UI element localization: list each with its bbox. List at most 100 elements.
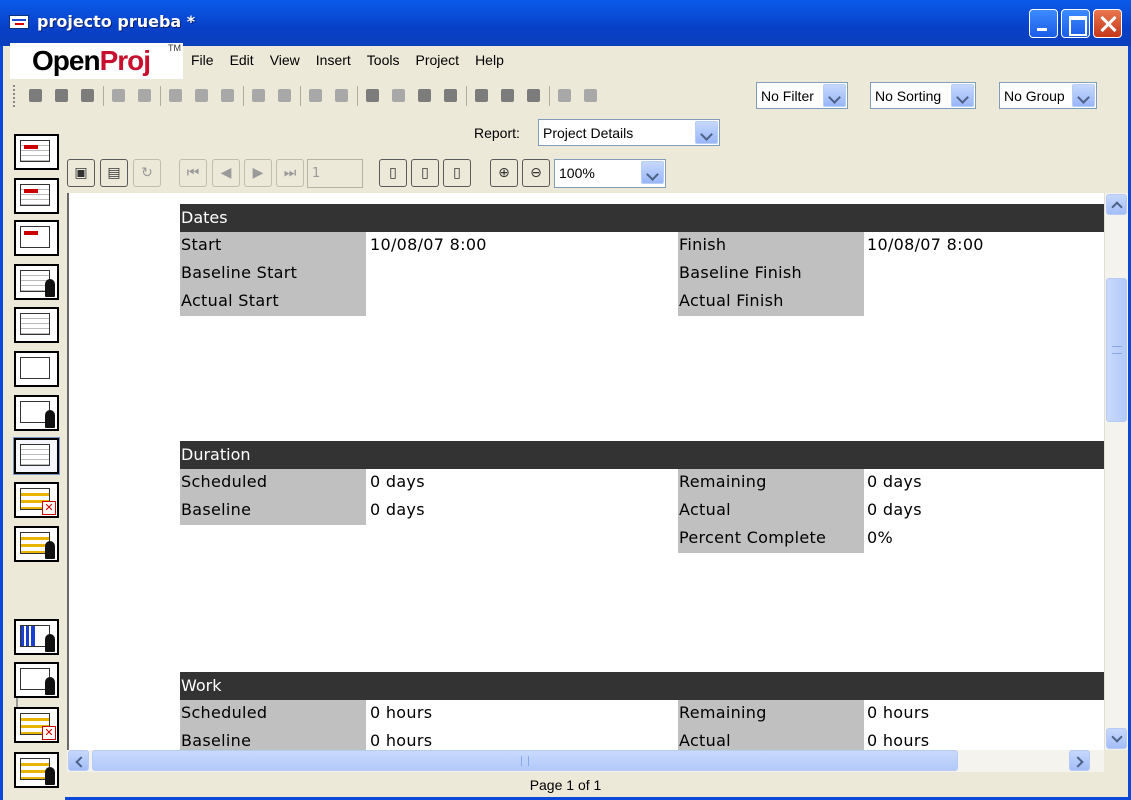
report-row: Percent Complete 0% xyxy=(180,525,1104,553)
zoom-in-button[interactable]: ⊕ xyxy=(490,159,518,187)
landscape-button[interactable]: ▯ xyxy=(443,159,471,187)
wbs-view-icon[interactable] xyxy=(14,351,59,387)
group-value: No Group xyxy=(1004,88,1065,104)
app-icon[interactable] xyxy=(9,15,29,29)
field-value: 0% xyxy=(867,528,893,547)
page-setup-button[interactable]: ▯ xyxy=(379,159,407,187)
first-page-icon: ⏮ xyxy=(186,165,200,181)
last-page-button[interactable]: ⏭ xyxy=(276,159,304,187)
vertical-scrollbar[interactable] xyxy=(1104,193,1128,750)
toolbar-separator xyxy=(466,86,467,106)
horizontal-scrollbar[interactable] xyxy=(67,750,1104,772)
menu-file[interactable]: File xyxy=(183,50,222,72)
chevron-down-icon[interactable] xyxy=(951,84,974,107)
chevron-down-icon[interactable] xyxy=(641,161,664,184)
tracking-gantt-view-icon[interactable] xyxy=(14,178,59,214)
print-preview-icon[interactable] xyxy=(134,85,156,107)
gantt-view-icon[interactable] xyxy=(14,134,59,170)
field-value: 0 days xyxy=(867,472,922,491)
menu-project[interactable]: Project xyxy=(407,50,467,72)
next-icon: ▶ xyxy=(252,165,264,181)
histogram-view-icon[interactable] xyxy=(14,619,59,655)
chevron-down-icon[interactable] xyxy=(1072,84,1095,107)
save-icon[interactable] xyxy=(77,85,99,107)
print-report-button[interactable]: ▤ xyxy=(100,159,128,187)
paste-icon[interactable] xyxy=(217,85,239,107)
outdent-icon[interactable] xyxy=(554,85,576,107)
filter-select[interactable]: No Filter xyxy=(756,82,848,109)
charts-view-icon[interactable] xyxy=(14,662,59,698)
scroll-right-icon[interactable] xyxy=(1069,750,1090,771)
menu-tools[interactable]: Tools xyxy=(359,50,408,72)
zoom-out-button[interactable]: ⊖ xyxy=(522,159,550,187)
report-select[interactable]: Project Details xyxy=(538,119,720,146)
projects-view-icon[interactable] xyxy=(14,307,59,343)
page-number-input[interactable]: 1 xyxy=(307,159,363,188)
resource-usage-view-icon[interactable] xyxy=(14,526,59,562)
report-row: Start 10/08/07 8:00 Finish 10/08/07 8:00 xyxy=(180,232,1104,260)
cut-icon[interactable] xyxy=(165,85,187,107)
field-value: 0 days xyxy=(370,472,425,491)
redo-icon[interactable] xyxy=(274,85,296,107)
rbs-view-icon[interactable] xyxy=(14,395,59,431)
horizontal-scroll-thumb[interactable] xyxy=(92,750,958,771)
task-info-icon[interactable] xyxy=(362,85,384,107)
report-row: Actual Start Actual Finish xyxy=(180,288,1104,316)
work-section: Work Scheduled 0 hours Remaining 0 hours… xyxy=(180,672,1104,750)
next-page-button[interactable]: ▶ xyxy=(244,159,272,187)
new-project-icon[interactable] xyxy=(25,85,47,107)
first-page-button[interactable]: ⏮ xyxy=(179,159,207,187)
task-usage-detail-icon[interactable]: ✕ xyxy=(14,707,59,743)
minimize-button[interactable] xyxy=(1029,9,1058,38)
menu-insert[interactable]: Insert xyxy=(308,50,359,72)
group-select[interactable]: No Group xyxy=(999,82,1097,109)
last-page-icon: ⏭ xyxy=(283,165,297,181)
chevron-down-icon[interactable] xyxy=(695,121,718,144)
toolbar-separator xyxy=(160,86,161,106)
save-report-button[interactable]: ▣ xyxy=(67,159,95,187)
sorting-select[interactable]: No Sorting xyxy=(870,82,976,109)
field-value xyxy=(866,288,868,316)
menu-view[interactable]: View xyxy=(262,50,308,72)
indent-icon[interactable] xyxy=(580,85,602,107)
resources-view-icon[interactable] xyxy=(14,264,59,300)
field-label: Remaining xyxy=(678,469,864,497)
chevron-down-icon[interactable] xyxy=(823,84,846,107)
scroll-up-icon[interactable] xyxy=(1106,194,1127,215)
close-button[interactable] xyxy=(1093,9,1122,38)
field-label: Finish xyxy=(678,232,864,260)
scroll-left-icon[interactable] xyxy=(68,750,89,771)
scroll-down-icon[interactable] xyxy=(1106,728,1127,749)
field-label xyxy=(180,525,366,553)
zoom-in-icon[interactable] xyxy=(471,85,493,107)
refresh-button[interactable]: ↻ xyxy=(133,159,161,187)
menu-edit[interactable]: Edit xyxy=(222,50,262,72)
zoom-select[interactable]: 100% xyxy=(554,159,666,188)
unlink-icon[interactable] xyxy=(331,85,353,107)
title-bar[interactable]: projecto prueba * xyxy=(0,0,1131,46)
toolbar-separator xyxy=(243,86,244,106)
sorting-value: No Sorting xyxy=(875,88,942,104)
previous-page-button[interactable]: ◀ xyxy=(212,159,240,187)
reports-view-icon[interactable] xyxy=(13,437,60,475)
portrait-button[interactable]: ▯ xyxy=(411,159,439,187)
scroll-to-task-icon[interactable] xyxy=(523,85,545,107)
zoom-out-icon[interactable] xyxy=(497,85,519,107)
maximize-button[interactable] xyxy=(1061,9,1090,38)
open-icon[interactable] xyxy=(51,85,73,107)
assign-resources-icon[interactable] xyxy=(414,85,436,107)
vertical-scroll-thumb[interactable] xyxy=(1106,278,1127,422)
task-usage-view-icon[interactable]: ✕ xyxy=(14,482,59,518)
undo-icon[interactable] xyxy=(248,85,270,107)
section-header: Duration xyxy=(180,441,1104,469)
menu-help[interactable]: Help xyxy=(467,50,512,72)
copy-icon[interactable] xyxy=(191,85,213,107)
network-view-icon[interactable] xyxy=(14,220,59,256)
link-icon[interactable] xyxy=(305,85,327,107)
notes-icon[interactable] xyxy=(388,85,410,107)
toolbar-grip[interactable] xyxy=(13,85,17,107)
field-value: 0 days xyxy=(370,500,425,519)
insert-table-icon[interactable] xyxy=(440,85,462,107)
dates-section: Dates Start 10/08/07 8:00 Finish 10/08/0… xyxy=(180,204,1104,316)
print-icon[interactable] xyxy=(108,85,130,107)
